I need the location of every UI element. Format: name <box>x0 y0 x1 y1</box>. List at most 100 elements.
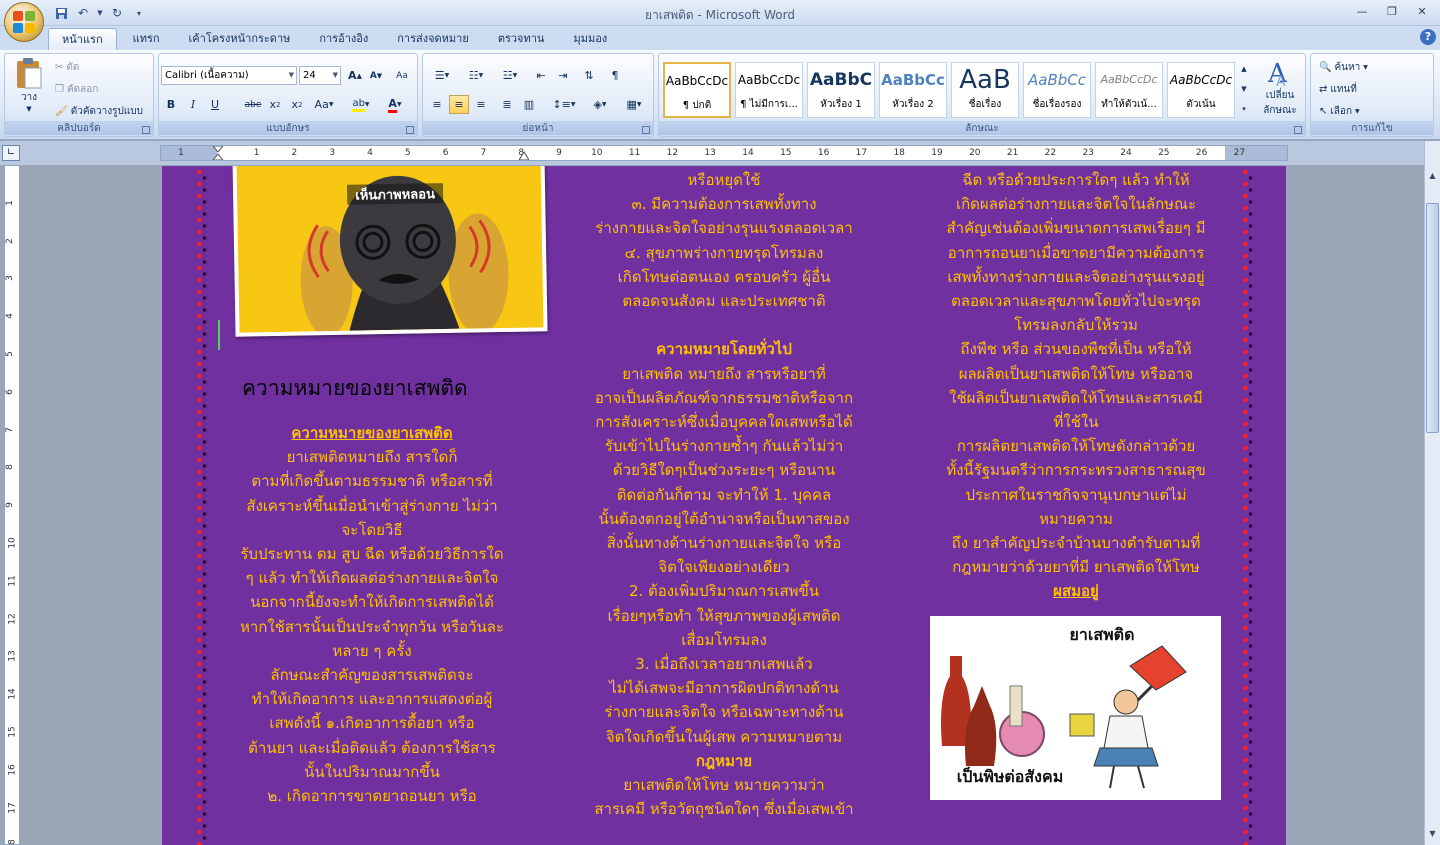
minimize-icon[interactable]: — <box>1348 2 1376 20</box>
select-cursor-icon: ↖ <box>1319 105 1328 117</box>
style-sample: AaBbCc <box>881 71 945 89</box>
numbering-button[interactable]: ☷ ▼ <box>461 66 491 85</box>
line-spacing-button[interactable]: ↕≡ ▼ <box>549 95 579 114</box>
horizontal-ruler[interactable]: 1 1 2 3 4 5 6 7 8 9 10 11 12 13 14 15 16 17 18 19 20 21 22 23 24… <box>160 145 1288 161</box>
find-button[interactable]: 🔍 ค้นหา ▼ <box>1319 58 1368 76</box>
styles-scroll-up-icon[interactable]: ▲ <box>1237 60 1251 78</box>
font-launcher-icon[interactable] <box>406 126 414 134</box>
font-size-select[interactable]: 24 ▼ <box>299 66 341 85</box>
left-margin-area <box>161 146 217 160</box>
scrollbar-thumb[interactable] <box>1426 203 1439 433</box>
underline-button[interactable]: U <box>205 95 225 114</box>
ruler-tick-label: 1 <box>178 148 184 158</box>
decrease-indent-button[interactable]: ⇤ <box>531 66 551 85</box>
tab-insert[interactable]: แทรก <box>120 28 173 50</box>
office-button[interactable] <box>4 2 44 42</box>
scroll-up-arrow-icon[interactable]: ▲ <box>1426 171 1439 185</box>
italic-button[interactable]: I <box>183 95 203 114</box>
document-column-1: ความหมายของยาเสพติด ยาเสพติดหมายถึง สารใด… <box>216 421 528 808</box>
close-icon[interactable]: ✕ <box>1408 2 1436 20</box>
vertical-scrollbar[interactable]: ▲ ▼ <box>1424 141 1440 845</box>
justify-button[interactable]: ≣ <box>497 95 517 114</box>
grow-font-button[interactable]: A ▲ <box>345 66 365 85</box>
multilevel-list-button[interactable]: ☳ ▼ <box>495 66 525 85</box>
tab-view[interactable]: มุมมอง <box>560 28 620 50</box>
align-left-button[interactable]: ≡ <box>427 95 447 114</box>
ruler-tick-label: 3 <box>329 148 336 158</box>
align-right-button[interactable]: ≡ <box>471 95 491 114</box>
document-heading: ความหมายของยาเสพติด <box>242 376 468 400</box>
copy-button[interactable]: ❐ คัดลอก <box>55 80 98 98</box>
ruler-tick-label: 18 <box>8 840 18 844</box>
image-bottom-title: ยาเสพติด <box>1070 625 1135 644</box>
shading-button[interactable]: ◈ ▼ <box>585 95 615 114</box>
title-bar: ↶ ▼ ↻ ▾ ยาเสพติด - Microsoft Word — ❐ ✕ <box>0 0 1440 26</box>
right-indent-marker-icon[interactable] <box>519 150 529 160</box>
shrink-font-button[interactable]: A ▼ <box>366 66 386 85</box>
vertical-ruler[interactable]: 123456789101112131415161718 <box>4 165 20 845</box>
borders-button[interactable]: ▦ ▼ <box>619 95 649 114</box>
font-family-select[interactable]: Calibri (เนื้อความ) ▼ <box>161 66 297 85</box>
style-tile[interactable]: AaBbCcDc ¶ ไม่มีการเ... <box>735 62 803 118</box>
change-styles-button[interactable]: AA เปลี่ยน ลักษณะ <box>1255 58 1305 118</box>
tab-references[interactable]: การอ้างอิง <box>306 28 381 50</box>
sort-button[interactable]: ⇅ <box>579 66 599 85</box>
styles-more-icon[interactable]: ▾ <box>1237 100 1251 118</box>
superscript-button[interactable]: x2 <box>287 95 307 114</box>
bold-button[interactable]: B <box>161 95 181 114</box>
style-tile[interactable]: AaB ชื่อเรื่อง <box>951 62 1019 118</box>
tab-selector-icon[interactable]: ∟ <box>2 145 20 161</box>
ruler-tick-label: 20 <box>969 148 981 158</box>
tab-page-layout[interactable]: เค้าโครงหน้ากระดาษ <box>176 28 304 50</box>
paste-button[interactable]: วาง ▼ <box>9 56 49 113</box>
help-icon[interactable]: ? <box>1420 29 1436 45</box>
clear-formatting-button[interactable]: Aa <box>392 66 412 85</box>
bullets-button[interactable]: ☰ ▼ <box>427 66 457 85</box>
format-painter-button[interactable]: 🖌 ตัวคัดวางรูปแบบ <box>55 102 143 120</box>
style-tile[interactable]: AaBbCc ชื่อเรื่องรอง <box>1023 62 1091 118</box>
font-color-button[interactable]: A ▼ <box>381 95 409 114</box>
ruler-tick-label: 17 <box>855 148 868 158</box>
distributed-button[interactable]: ▥ <box>519 95 539 114</box>
style-tile[interactable]: AaBbCcDc ¶ ปกติ <box>663 62 731 118</box>
scroll-down-arrow-icon[interactable]: ▼ <box>1426 829 1439 843</box>
style-tile[interactable]: AaBbCcDc ตัวเน้น <box>1167 62 1235 118</box>
styles-launcher-icon[interactable] <box>1294 126 1302 134</box>
clipboard-launcher-icon[interactable] <box>142 126 150 134</box>
ruler-tick-label: 14 <box>7 688 18 700</box>
style-tile[interactable]: AaBbC หัวเรื่อง 1 <box>807 62 875 118</box>
ruler-tick-label: 14 <box>742 148 754 158</box>
align-center-button[interactable]: ≡ <box>449 95 469 114</box>
change-case-button[interactable]: Aa ▼ <box>311 95 337 114</box>
document-line: ร่างกายและจิตใจ หรือเฉพาะทางด้าน <box>604 703 844 722</box>
subscript-button[interactable]: x2 <box>265 95 285 114</box>
drug-poison-image[interactable]: ยาเสพติด เป็นพิษต่อสังคม <box>930 616 1221 800</box>
style-tile[interactable]: AaBbCcDc ทำให้ตัวเน้... <box>1095 62 1163 118</box>
hallucination-image[interactable]: เห็นภาพหลอน <box>232 166 548 337</box>
ruler-tick-label: 12 <box>666 148 679 158</box>
restore-icon[interactable]: ❐ <box>1378 2 1406 20</box>
indent-marker-icon[interactable] <box>213 146 223 160</box>
ruler-tick-label: 12 <box>7 612 18 625</box>
styles-scroll-down-icon[interactable]: ▼ <box>1237 80 1251 98</box>
style-tile[interactable]: AaBbCc หัวเรื่อง 2 <box>879 62 947 118</box>
tab-mailings[interactable]: การส่งจดหมาย <box>384 28 482 50</box>
tab-review[interactable]: ตรวจทาน <box>485 28 558 50</box>
ruler-tick-label: 18 <box>893 148 905 158</box>
change-styles-label-2: ลักษณะ <box>1263 105 1297 116</box>
document-line: เกิดโทษต่อตนเอง ครอบครัว ผู้อื่น <box>617 267 831 286</box>
increase-indent-button[interactable]: ⇥ <box>553 66 573 85</box>
ruler-tick-label: 13 <box>704 148 716 158</box>
image-bottom-caption: เป็นพิษต่อสังคม <box>957 765 1063 786</box>
replace-button[interactable]: ⇄ แทนที่ <box>1319 80 1357 98</box>
select-button[interactable]: ↖ เลือก ▼ <box>1319 102 1360 120</box>
strikethrough-button[interactable]: abe <box>243 95 263 114</box>
paragraph-launcher-icon[interactable] <box>642 126 650 134</box>
show-marks-button[interactable]: ¶ <box>605 66 625 85</box>
clipboard-group-label: คลิปบอร์ด <box>5 121 153 135</box>
document-line: สารเคมี หรือวัตถุชนิดใดๆ ซึ่งเมื่อเสพเข้… <box>594 800 854 819</box>
highlight-button[interactable]: ab ▼ <box>347 95 375 114</box>
document-page[interactable]: เห็นภาพหลอน ความหมายของยาเสพติด ความหมาย… <box>162 166 1286 845</box>
tab-home[interactable]: หน้าแรก <box>48 28 117 50</box>
cut-button[interactable]: ✂ ตัด <box>55 58 79 76</box>
